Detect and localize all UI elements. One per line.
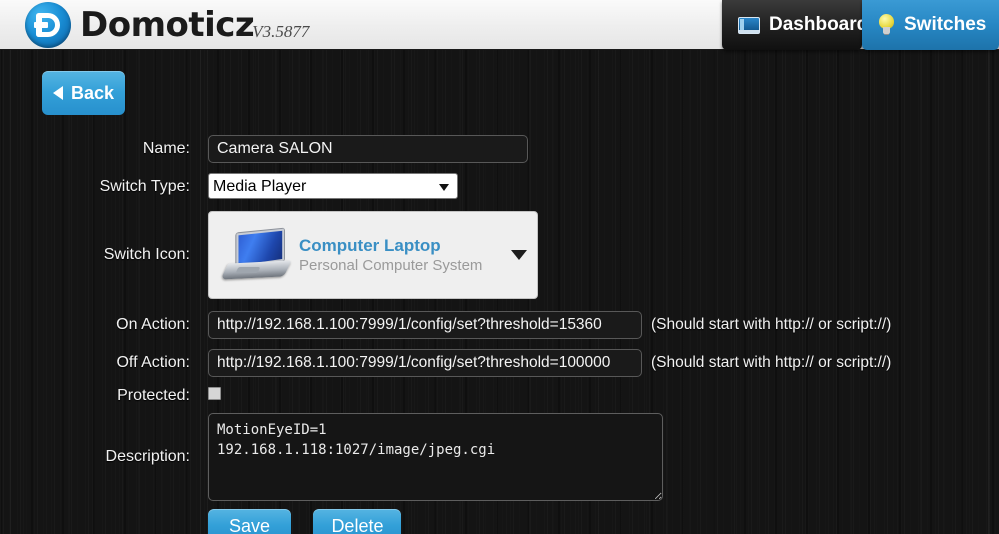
row-switch-icon: Switch Icon: Computer Laptop Personal Co…: [0, 211, 999, 299]
off-action-input[interactable]: [208, 349, 642, 377]
delete-button[interactable]: Delete: [313, 509, 402, 534]
switch-icon-label: Switch Icon:: [103, 246, 190, 263]
main-nav: Dashboard Switches: [722, 0, 999, 50]
back-button[interactable]: Back: [42, 71, 125, 115]
tab-dashboard[interactable]: Dashboard: [722, 0, 868, 50]
row-description: Description: MotionEyeID=1 192.168.1.118…: [0, 413, 999, 534]
switch-icon-picker[interactable]: Computer Laptop Personal Computer System: [208, 211, 538, 299]
brand: Domoticz V3.5877: [25, 0, 309, 50]
on-action-hint: (Should start with http:// or script://): [651, 316, 892, 333]
protected-label: Protected:: [117, 387, 190, 404]
protected-checkbox[interactable]: [208, 387, 221, 400]
switch-type-label: Switch Type:: [99, 178, 190, 195]
monitor-icon: [738, 16, 760, 34]
name-input[interactable]: [208, 135, 528, 163]
domoticz-logo-icon: [25, 2, 71, 48]
switch-edit-form: Name: Switch Type: Media Player Switch I…: [0, 135, 999, 534]
lightbulb-icon: [878, 14, 895, 36]
off-action-label: Off Action:: [116, 354, 190, 371]
tab-switches-label: Switches: [904, 14, 987, 35]
off-action-hint: (Should start with http:// or script://): [651, 354, 892, 371]
back-button-label: Back: [70, 82, 115, 103]
save-button[interactable]: Save: [208, 509, 291, 534]
on-action-label: On Action:: [116, 316, 190, 333]
row-protected: Protected:: [0, 387, 999, 405]
form-actions: Save Delete: [208, 509, 402, 534]
row-off-action: Off Action: (Should start with http:// o…: [0, 349, 999, 377]
laptop-icon: [220, 228, 292, 280]
brand-name: Domoticz: [80, 5, 255, 45]
description-textarea[interactable]: MotionEyeID=1 192.168.1.118:1027/image/j…: [208, 413, 663, 501]
tab-switches[interactable]: Switches: [862, 0, 999, 50]
row-name: Name:: [0, 135, 999, 163]
switch-type-select[interactable]: Media Player: [208, 173, 458, 199]
app-version: V3.5877: [252, 22, 310, 41]
switch-icon-subtitle: Personal Computer System: [299, 256, 483, 274]
row-switch-type: Switch Type: Media Player: [0, 173, 999, 201]
switch-icon-title: Computer Laptop: [299, 235, 441, 255]
description-label: Description:: [105, 448, 190, 465]
chevron-down-icon: [511, 250, 527, 260]
on-action-input[interactable]: [208, 311, 642, 339]
row-on-action: On Action: (Should start with http:// or…: [0, 311, 999, 339]
name-label: Name:: [142, 140, 190, 157]
triangle-left-icon: [52, 86, 63, 100]
tab-dashboard-label: Dashboard: [769, 14, 869, 35]
app-header: Domoticz V3.5877 Dashboard Switches: [0, 0, 999, 50]
